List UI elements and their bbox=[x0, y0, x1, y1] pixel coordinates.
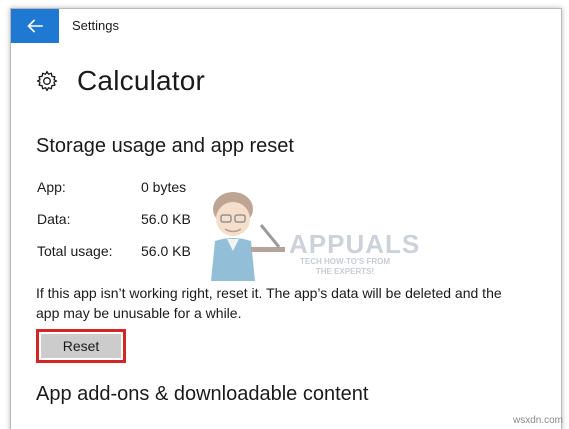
storage-value: 56.0 KB bbox=[141, 243, 191, 259]
site-credit: wsxdn.com bbox=[512, 415, 563, 426]
settings-window: Settings Calculator Storage usage and ap… bbox=[10, 8, 562, 429]
appuals-watermark: APPUALS TECH HOW-TO'S FROM THE EXPERTS! bbox=[201, 185, 419, 285]
watermark-brand: APPUALS bbox=[289, 229, 421, 259]
page-title: Calculator bbox=[77, 65, 206, 96]
mascot-logo bbox=[211, 192, 285, 281]
storage-row-data: Data: 56.0 KB bbox=[37, 211, 191, 227]
reset-description: If this app isn’t working right, reset i… bbox=[36, 285, 502, 321]
storage-label: Data: bbox=[37, 211, 71, 227]
back-button[interactable] bbox=[11, 9, 59, 43]
addons-section-title: App add-ons & downloadable content bbox=[36, 383, 369, 405]
title-bar: Settings bbox=[11, 9, 561, 43]
page-header: Calculator bbox=[35, 65, 205, 97]
storage-label: App: bbox=[37, 179, 66, 195]
arrow-left-icon bbox=[27, 19, 43, 33]
reset-highlight: Reset bbox=[36, 329, 126, 363]
watermark-tagline: TECH HOW-TO'S FROM THE EXPERTS! bbox=[299, 257, 391, 276]
storage-row-total: Total usage: 56.0 KB bbox=[37, 243, 191, 259]
storage-value: 56.0 KB bbox=[141, 211, 191, 227]
storage-row-app: App: 0 bytes bbox=[37, 179, 186, 195]
storage-section-title: Storage usage and app reset bbox=[36, 135, 294, 157]
reset-button[interactable]: Reset bbox=[41, 334, 121, 358]
gear-icon bbox=[36, 70, 58, 92]
screenshot-frame: Settings Calculator Storage usage and ap… bbox=[0, 0, 569, 429]
storage-label: Total usage: bbox=[37, 243, 113, 259]
window-title: Settings bbox=[72, 18, 119, 33]
storage-value: 0 bytes bbox=[141, 179, 187, 195]
